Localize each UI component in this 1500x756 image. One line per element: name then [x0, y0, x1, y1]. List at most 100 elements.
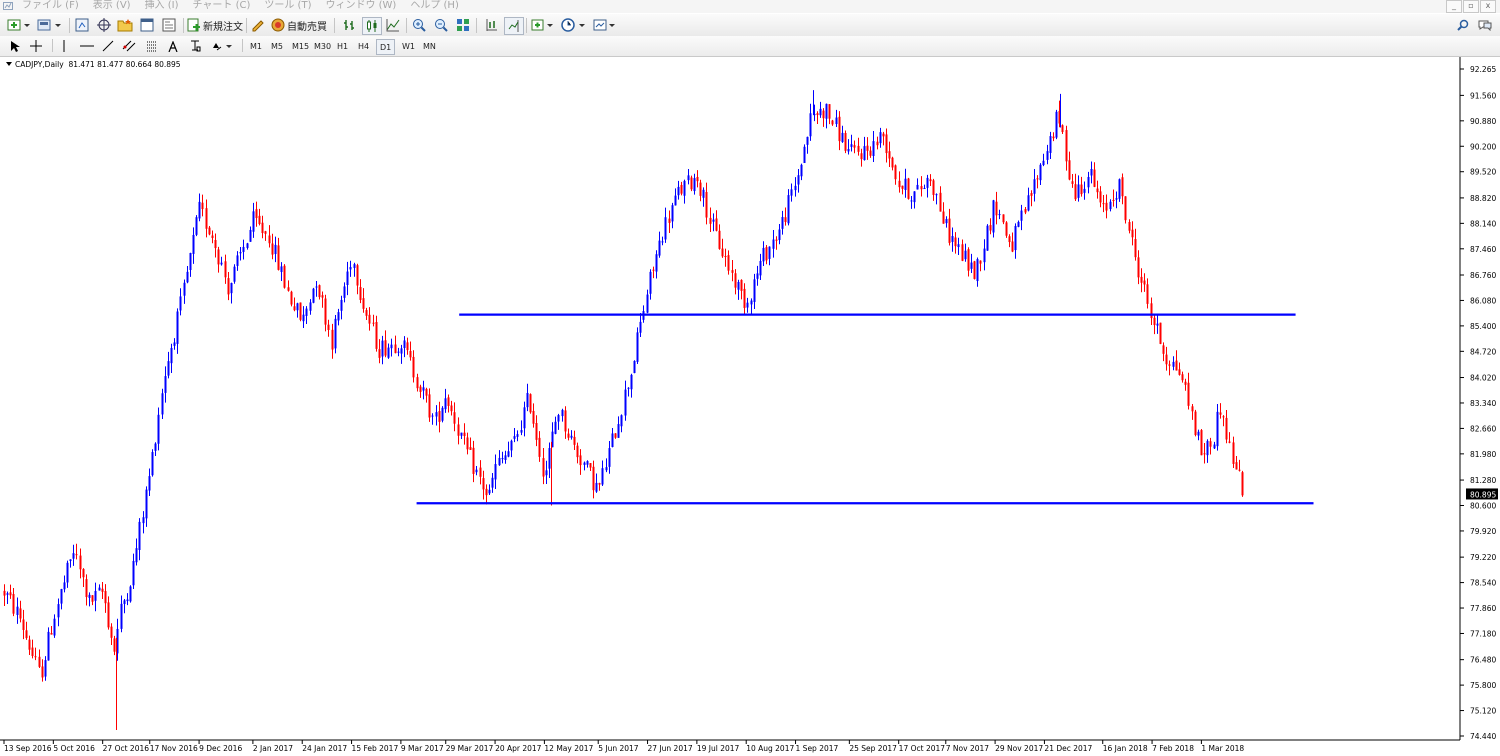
line-chart-button[interactable] — [384, 17, 402, 33]
candle-body — [1005, 222, 1008, 236]
candle-body — [1109, 201, 1112, 210]
restore-button[interactable]: ▫ — [1463, 0, 1479, 13]
price-tick-label: 83.340 — [1470, 399, 1496, 408]
crosshair-tool[interactable] — [28, 38, 44, 54]
candle-body — [50, 633, 53, 635]
candle-body — [362, 298, 365, 309]
profiles-button[interactable] — [36, 17, 64, 33]
candle-body — [246, 243, 249, 248]
timeframe-h4[interactable]: H4 — [355, 39, 372, 53]
text-a-icon — [168, 40, 178, 52]
candle-body — [69, 559, 72, 561]
candle-body — [1099, 191, 1102, 203]
menu-file[interactable]: ファイル (F) — [22, 0, 79, 12]
new-order-button[interactable]: 新規注文 — [187, 17, 243, 33]
periods-button[interactable] — [560, 17, 588, 33]
text-tool[interactable] — [166, 38, 180, 54]
candle-body — [186, 271, 189, 283]
candle-body — [1077, 184, 1080, 198]
arrows-tool[interactable] — [210, 38, 234, 54]
horizontal-line-tool[interactable] — [78, 38, 96, 54]
new-chart-button[interactable] — [6, 17, 32, 33]
candle-body — [126, 599, 129, 602]
metaeditor-button[interactable] — [250, 17, 266, 33]
zoom-out-button[interactable] — [432, 17, 450, 33]
templates-button[interactable] — [592, 17, 618, 33]
candle-body — [104, 591, 107, 604]
candle-body — [318, 285, 321, 298]
candle-body — [101, 588, 104, 592]
search-button[interactable] — [1455, 17, 1471, 33]
candle-body — [3, 590, 6, 596]
candle-body — [9, 592, 12, 596]
timeframe-m5[interactable]: M5 — [268, 39, 286, 53]
candle-body — [1168, 364, 1171, 366]
candle-body — [107, 602, 110, 628]
candle-body — [485, 488, 488, 496]
candle-body — [920, 186, 923, 190]
timeframe-mn[interactable]: MN — [420, 39, 439, 53]
fibonacci-tool[interactable] — [144, 38, 160, 54]
market-watch-button[interactable] — [73, 17, 91, 33]
close-button[interactable]: x — [1480, 0, 1496, 13]
candle-body — [816, 113, 819, 116]
candlestick-chart-button[interactable] — [362, 17, 382, 35]
candle-body — [976, 259, 979, 282]
candle-body — [113, 638, 116, 652]
candle-body — [611, 433, 614, 447]
terminal-button[interactable] — [138, 17, 156, 33]
menu-help[interactable]: ヘルプ (H) — [410, 0, 459, 12]
candle-body — [91, 595, 94, 602]
timeframe-m15[interactable]: M15 — [289, 39, 312, 53]
timeframe-m1[interactable]: M1 — [247, 39, 265, 53]
candle-body — [444, 398, 447, 410]
minimize-button[interactable]: _ — [1446, 0, 1462, 13]
candle-body — [422, 387, 425, 391]
vertical-line-tool[interactable] — [58, 38, 70, 54]
candle-body — [948, 218, 951, 243]
candle-body — [22, 619, 25, 630]
price-tick-label: 90.200 — [1470, 142, 1496, 151]
price-tick-label: 86.760 — [1470, 271, 1496, 280]
auto-trading-button[interactable]: 自動売買 — [270, 17, 328, 33]
timeframe-m30[interactable]: M30 — [311, 39, 334, 53]
candle-body — [721, 248, 724, 257]
candle-body — [6, 593, 9, 595]
candle-body — [1121, 177, 1124, 197]
menu-insert[interactable]: 挿入 (I) — [145, 0, 179, 12]
text-label-tool[interactable] — [188, 38, 202, 54]
menu-view[interactable]: 表示 (V) — [93, 0, 131, 12]
candle-body — [1200, 430, 1203, 456]
navigator-button[interactable] — [116, 17, 134, 33]
trendline-tool[interactable] — [100, 38, 116, 54]
zoom-in-button[interactable] — [410, 17, 428, 33]
chart-menu-triangle-icon[interactable] — [6, 62, 12, 66]
candle-body — [148, 476, 151, 491]
price-chart[interactable]: 92.265 91.560 90.880 90.200 89.520 88.820 88.1… — [0, 57, 1500, 756]
timeframe-h1[interactable]: H1 — [334, 39, 351, 53]
tile-windows-button[interactable] — [454, 17, 472, 33]
candle-body — [750, 300, 753, 305]
time-tick-label: 13 Sep 2016 — [4, 744, 52, 753]
chart-shift-button[interactable] — [482, 17, 500, 33]
price-tick-label: 88.140 — [1470, 219, 1496, 228]
data-window-button[interactable] — [95, 17, 113, 33]
equidistant-channel-tool[interactable] — [120, 38, 138, 54]
chat-button[interactable] — [1477, 17, 1493, 33]
cursor-tool[interactable] — [8, 38, 22, 54]
candle-body — [967, 249, 970, 271]
candle-body — [957, 244, 960, 248]
menu-window[interactable]: ウィンドウ (W) — [325, 0, 396, 12]
indicators-button[interactable] — [530, 17, 556, 33]
menu-chart[interactable]: チャート (C) — [193, 0, 251, 12]
vertical-line-icon — [63, 40, 65, 52]
auto-scroll-button[interactable] — [504, 17, 524, 35]
menu-tools[interactable]: ツール (T) — [264, 0, 311, 12]
candle-body — [98, 587, 101, 591]
bar-chart-button[interactable] — [340, 17, 358, 33]
timeframe-d1[interactable]: D1 — [376, 39, 396, 55]
timeframe-w1[interactable]: W1 — [399, 39, 418, 53]
candle-body — [1216, 411, 1219, 447]
ohlc-values: 81.471 81.477 80.664 80.895 — [68, 60, 181, 69]
strategy-tester-button[interactable] — [160, 17, 178, 33]
